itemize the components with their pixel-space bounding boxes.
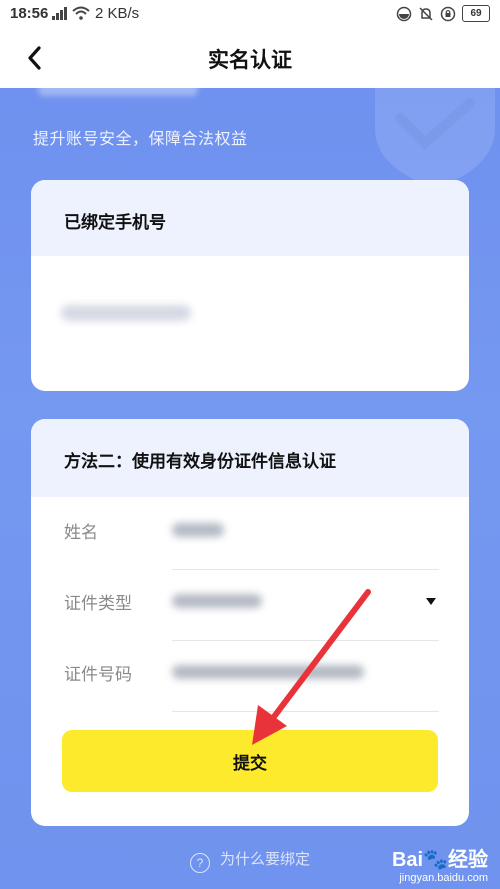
page-title: 实名认证 xyxy=(208,48,292,72)
question-circle-icon: ? xyxy=(189,853,210,873)
id-number-input[interactable] xyxy=(172,665,364,679)
status-time: 18:56 xyxy=(10,5,49,22)
id-verification-card: 方法二：使用有效身份证件信息认证 姓名 证件类型 证件号码 提交 xyxy=(31,419,469,826)
status-bar: 18:56 2 KB/s 69 xyxy=(0,0,500,28)
bound-phone-title: 已绑定手机号 xyxy=(64,213,166,233)
name-label: 姓名 xyxy=(64,523,98,543)
hero-subtitle: 提升账号安全，保障合法权益 xyxy=(33,129,248,148)
divider xyxy=(172,711,439,712)
name-input[interactable] xyxy=(172,523,224,537)
blurred-heading xyxy=(38,88,198,96)
lock-rotation-icon xyxy=(440,6,456,21)
blurred-phone-number xyxy=(61,305,191,321)
id-verification-card-header: 方法二：使用有效身份证件信息认证 xyxy=(31,419,469,497)
submit-button[interactable]: 提交 xyxy=(62,730,438,792)
id-type-field[interactable]: 证件类型 xyxy=(64,570,439,641)
bell-mute-icon xyxy=(419,6,433,21)
id-type-select[interactable] xyxy=(172,594,262,608)
bound-phone-card: 已绑定手机号 xyxy=(31,180,469,391)
watermark-url: jingyan.baidu.com xyxy=(399,872,488,884)
network-speed: 2 KB/s xyxy=(95,5,140,22)
do-not-disturb-icon xyxy=(396,6,412,21)
baidu-jingyan-watermark: Bai🐾经验 jingyan.baidu.com xyxy=(392,843,488,884)
id-number-label: 证件号码 xyxy=(64,665,132,685)
bound-phone-card-header: 已绑定手机号 xyxy=(31,180,469,256)
dropdown-triangle-icon[interactable] xyxy=(423,593,439,609)
why-bind-text: 为什么要绑定 xyxy=(219,850,310,868)
shield-check-icon xyxy=(375,88,495,188)
hero-background: 提升账号安全，保障合法权益 已绑定手机号 方法二：使用有效身份证件信息认证 姓名… xyxy=(0,88,500,889)
battery-icon: 69 xyxy=(462,5,490,22)
nav-bar: 实名认证 xyxy=(0,28,500,88)
signal-icon xyxy=(52,7,67,20)
watermark-brand-suffix: 经验 xyxy=(448,849,488,871)
paw-icon: 🐾 xyxy=(423,849,448,871)
wifi-icon xyxy=(72,6,90,20)
name-field[interactable]: 姓名 xyxy=(64,499,439,570)
id-type-label: 证件类型 xyxy=(64,594,132,614)
id-verification-title: 方法二：使用有效身份证件信息认证 xyxy=(64,452,336,472)
id-number-field[interactable]: 证件号码 xyxy=(64,641,439,712)
watermark-brand: Bai xyxy=(391,849,424,871)
